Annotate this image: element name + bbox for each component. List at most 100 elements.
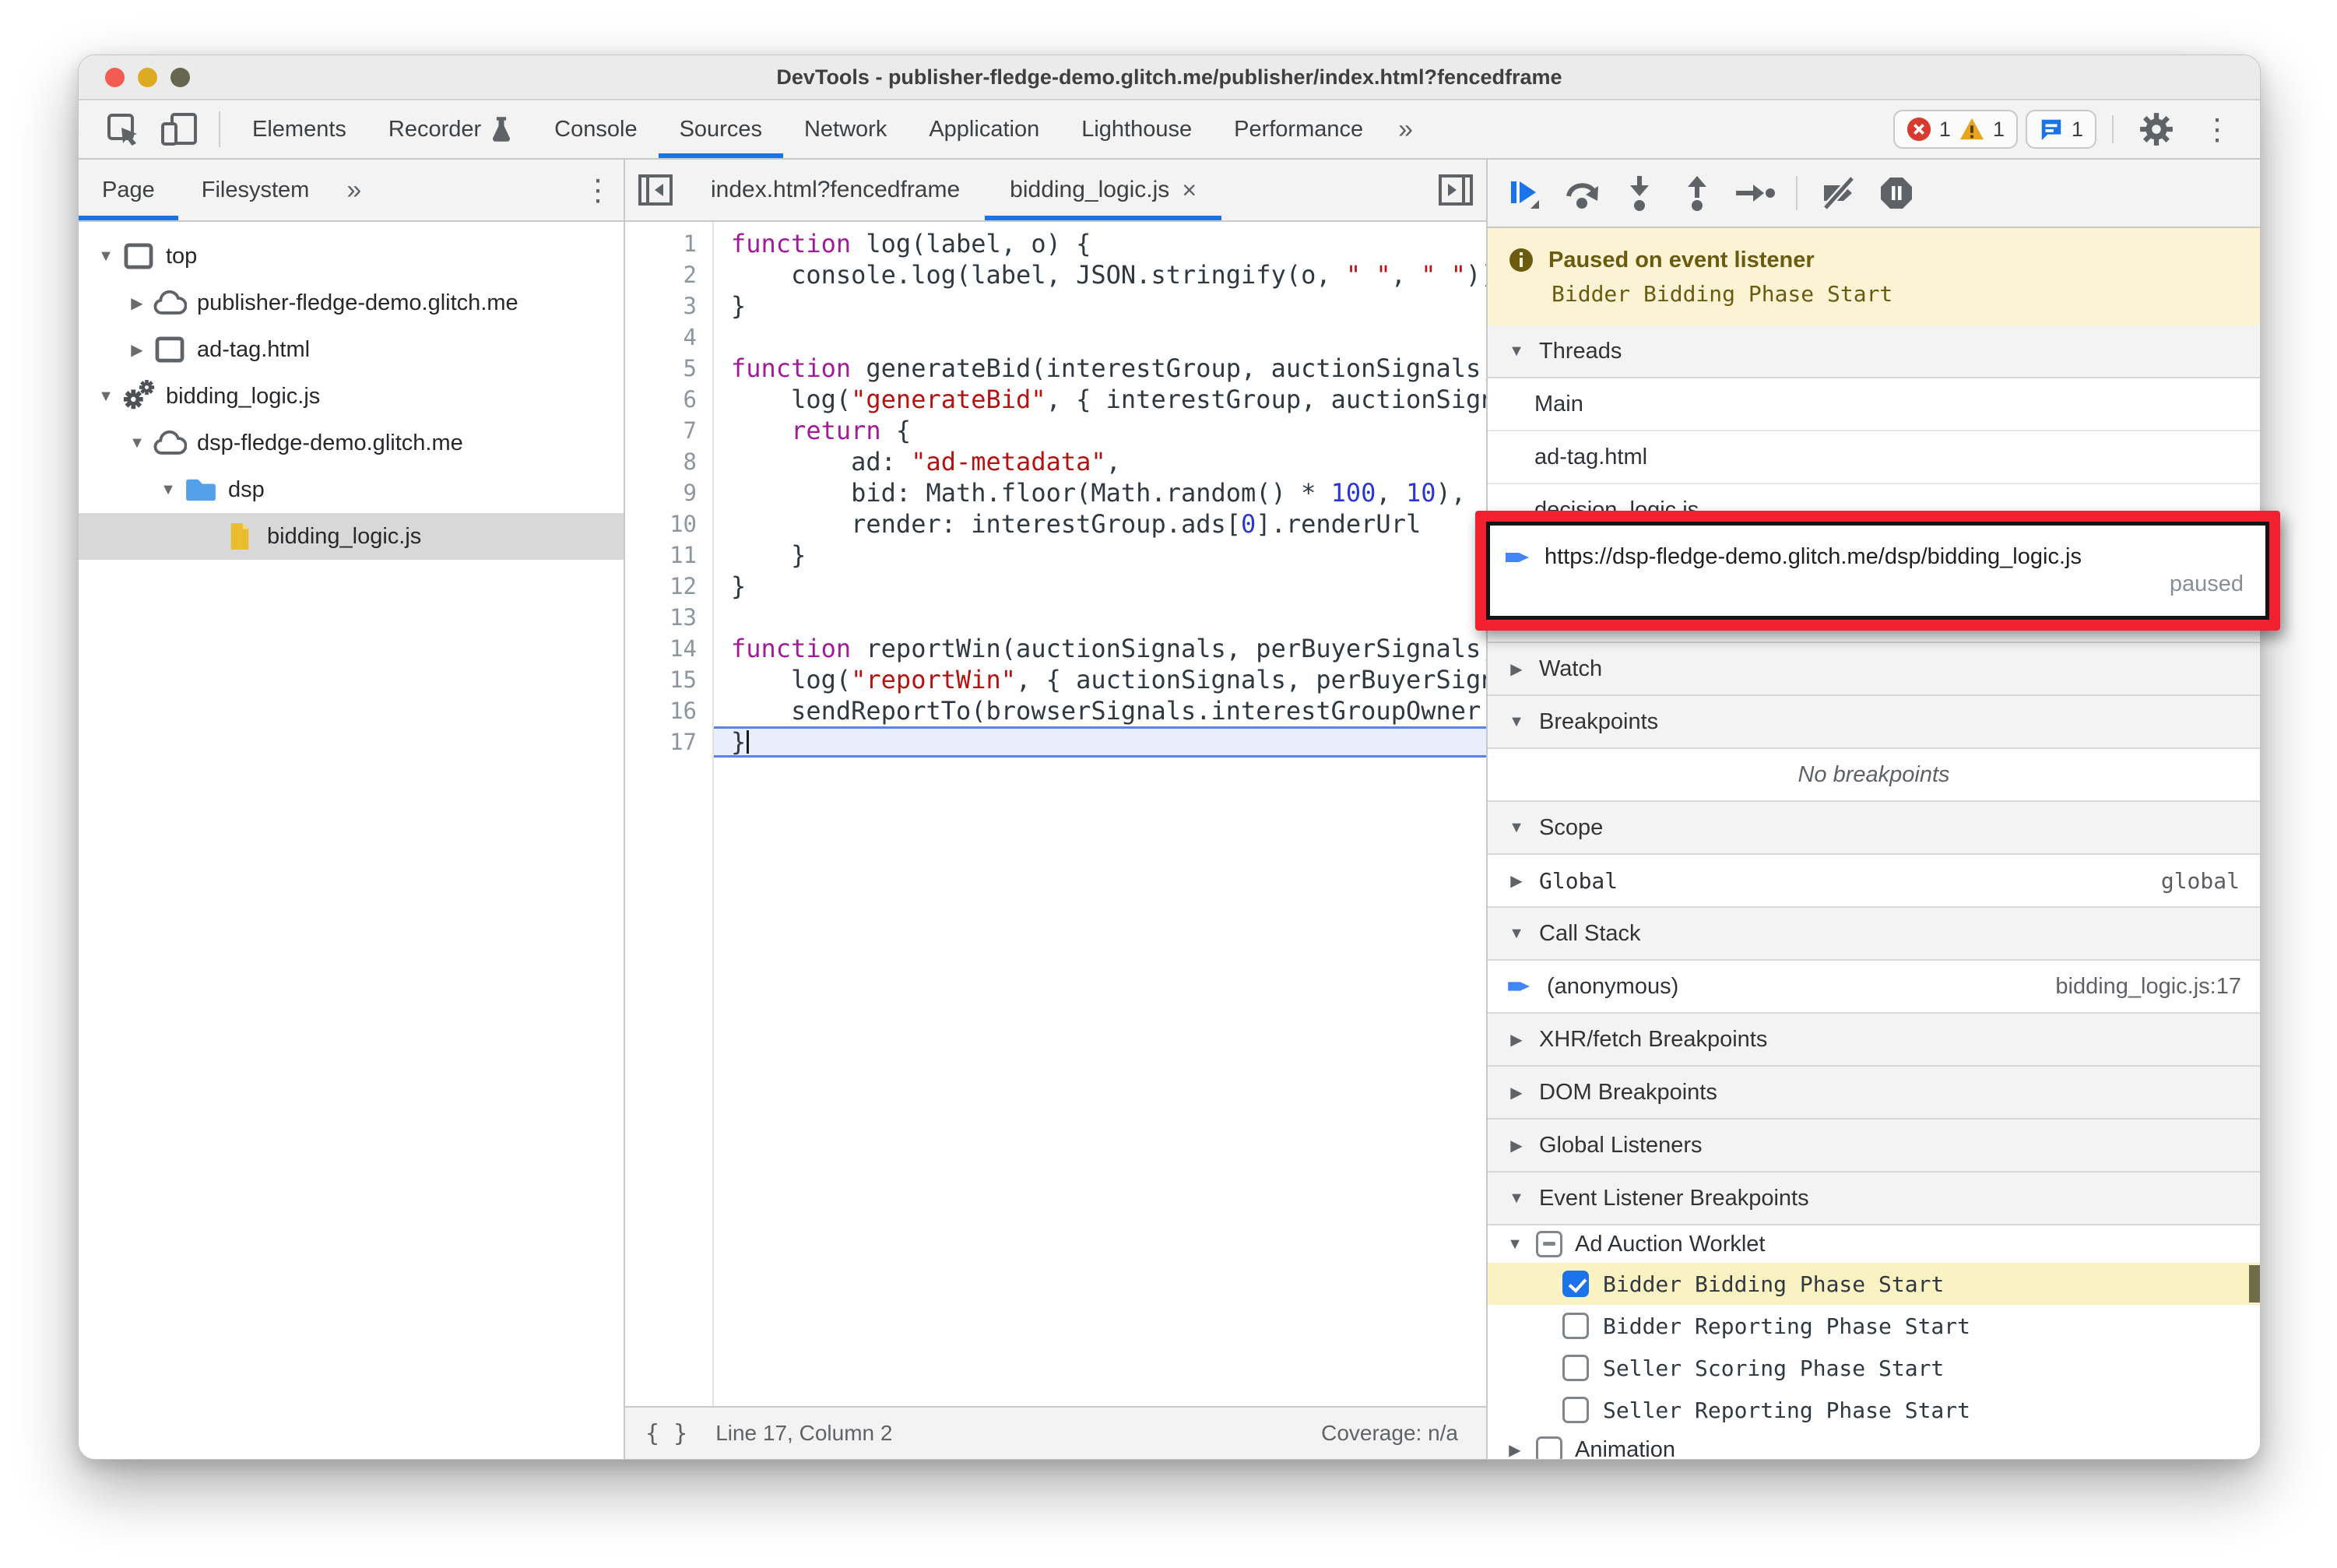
thread-item[interactable]: Main [1488,378,2260,431]
listener-breakpoint-bidder-reporting-phase-start[interactable]: Bidder Reporting Phase Start [1488,1305,2260,1347]
editor-tab-index-html-fencedframe[interactable]: index.html?fencedframe [686,160,985,220]
tab-performance[interactable]: Performance [1213,100,1384,158]
navigator-menu-icon[interactable]: ⋮ [572,160,624,220]
listener-group-ad-auction-worklet[interactable]: ▼ Ad Auction Worklet [1488,1225,2260,1263]
chevron-right-icon[interactable]: ▶ [1506,1440,1523,1460]
checkbox[interactable] [1562,1355,1589,1381]
step-into-button[interactable] [1611,164,1668,222]
show-debugger-icon[interactable] [1425,160,1486,220]
code-editor[interactable]: 1 function log(label, o) {2 console.log(l… [625,222,1486,1406]
listener-breakpoint-bidder-bidding-phase-start[interactable]: Bidder Bidding Phase Start [1488,1263,2260,1305]
tree-item-publisher-fledge-demo-glitch-me[interactable]: ▶ publisher-fledge-demo.glitch.me [79,279,624,326]
section-global-listeners[interactable]: ▶ Global Listeners [1488,1120,2260,1172]
more-panels-icon[interactable]: » [1384,100,1427,158]
tab-sources[interactable]: Sources [658,100,784,158]
step-over-button[interactable] [1553,164,1611,222]
scope-row[interactable]: ▶ Global global [1488,855,2260,908]
code-line-12[interactable]: 12} [625,571,1486,602]
code-line-8[interactable]: 8 ad: "ad-metadata", [625,446,1486,477]
tree-item-bidding-logic-js[interactable]: bidding_logic.js [79,513,624,560]
checkbox[interactable] [1562,1313,1589,1339]
chevron-down-icon[interactable]: ▼ [155,481,181,499]
zoom-window-button[interactable] [170,68,190,87]
resume-script-button[interactable] [1495,164,1553,222]
code-line-11[interactable]: 11 } [625,540,1486,571]
code-line-7[interactable]: 7 return { [625,415,1486,446]
frame-location[interactable]: bidding_logic.js:17 [2055,974,2241,1000]
tab-lighthouse[interactable]: Lighthouse [1060,100,1213,158]
minimize-window-button[interactable] [138,68,157,87]
tree-item-top[interactable]: ▼ top [79,233,624,279]
code-line-6[interactable]: 6 log("generateBid", { interestGroup, au… [625,384,1486,415]
tree-item-dsp[interactable]: ▼ dsp [79,466,624,513]
more-navigator-tabs-icon[interactable]: » [332,160,375,220]
code-line-14[interactable]: 14 function reportWin(auctionSignals, per… [625,633,1486,664]
code-line-3[interactable]: 3} [625,290,1486,322]
line-number: 8 [683,448,697,475]
chevron-right-icon[interactable]: ▶ [1508,871,1525,891]
code-line-5[interactable]: 5 function generateBid(interestGroup, auc… [625,353,1486,384]
chevron-down-icon[interactable]: ▼ [93,388,119,406]
deactivate-breakpoints-button[interactable] [1810,164,1868,222]
inspect-element-icon[interactable] [96,100,150,158]
code-line-16[interactable]: 16 sendReportTo(browserSignals.interestG… [625,695,1486,726]
paused-thread-row[interactable]: https://dsp-fledge-demo.glitch.me/dsp/bi… [1486,522,2269,620]
messages-badge[interactable]: 1 [2025,110,2096,149]
chevron-down-icon[interactable]: ▼ [93,248,119,265]
section-dom-breakpoints[interactable]: ▶ DOM Breakpoints [1488,1067,2260,1120]
call-stack-frame[interactable]: (anonymous) bidding_logic.js:17 [1488,961,2260,1014]
pause-on-exceptions-button[interactable] [1868,164,1925,222]
section-xhr-breakpoints[interactable]: ▶ XHR/fetch Breakpoints [1488,1012,2260,1067]
step-button[interactable] [1726,164,1784,222]
chevron-down-icon[interactable]: ▼ [124,434,150,452]
chevron-right-icon[interactable]: ▶ [124,294,150,313]
navigator-tab-page[interactable]: Page [79,160,178,220]
device-toolbar-icon[interactable] [150,100,208,158]
listener-group-animation[interactable]: ▶ Animation [1488,1431,2260,1459]
close-icon[interactable]: × [1182,176,1197,205]
section-watch[interactable]: ▶ Watch [1488,642,2260,696]
section-event-listener-breakpoints[interactable]: ▼ Event Listener Breakpoints [1488,1172,2260,1225]
devtools-menu-icon[interactable]: ⋮ [2191,112,2243,147]
code-line-1[interactable]: 1 function log(label, o) { [625,228,1486,259]
tree-item-ad-tag-html[interactable]: ▶ ad-tag.html [79,326,624,373]
editor-tab-bidding-logic-js[interactable]: bidding_logic.js × [985,160,1221,220]
settings-gear-icon[interactable] [2129,111,2184,147]
gutter-divider [712,222,714,1406]
section-call-stack[interactable]: ▼ Call Stack [1488,906,2260,961]
tab-elements[interactable]: Elements [231,100,367,158]
code-line-13[interactable]: 13 [625,602,1486,633]
section-threads[interactable]: ▼ Threads [1488,325,2260,378]
issues-badge[interactable]: 1 1 [1892,110,2018,149]
checkbox[interactable] [1562,1271,1589,1297]
code-line-17[interactable]: 17} [625,726,1486,758]
code-line-2[interactable]: 2 console.log(label, JSON.stringify(o, "… [625,259,1486,290]
tab-console[interactable]: Console [533,100,658,158]
code-line-9[interactable]: 9 bid: Math.floor(Math.random() * 100, 1… [625,477,1486,508]
checkbox[interactable] [1536,1436,1562,1459]
chevron-down-icon[interactable]: ▼ [1506,1236,1523,1253]
code-line-10[interactable]: 10 render: interestGroup.ads[0].renderUr… [625,508,1486,540]
hide-navigator-icon[interactable] [625,160,686,220]
section-breakpoints[interactable]: ▼ Breakpoints [1488,696,2260,749]
tab-network[interactable]: Network [783,100,908,158]
listener-breakpoint-seller-scoring-phase-start[interactable]: Seller Scoring Phase Start [1488,1347,2260,1389]
checkbox[interactable] [1562,1397,1589,1423]
listener-breakpoint-seller-reporting-phase-start[interactable]: Seller Reporting Phase Start [1488,1389,2260,1431]
code-line-4[interactable]: 4 [625,322,1486,353]
checkbox[interactable] [1536,1231,1562,1257]
tab-recorder[interactable]: Recorder [367,100,533,158]
close-window-button[interactable] [105,68,125,87]
line-number: 4 [683,324,697,350]
navigator-tab-filesystem[interactable]: Filesystem [178,160,333,220]
pretty-print-icon[interactable]: { } [645,1420,687,1447]
tree-item-dsp-fledge-demo-glitch-me[interactable]: ▼ dsp-fledge-demo.glitch.me [79,420,624,466]
step-out-button[interactable] [1668,164,1726,222]
tree-item-bidding-logic-js[interactable]: ▼ bidding_logic.js [79,373,624,420]
titlebar[interactable]: DevTools - publisher-fledge-demo.glitch.… [79,55,2260,100]
section-scope[interactable]: ▼ Scope [1488,800,2260,855]
thread-item[interactable]: ad-tag.html [1488,431,2260,484]
code-line-15[interactable]: 15 log("reportWin", { auctionSignals, pe… [625,664,1486,695]
tab-application[interactable]: Application [908,100,1060,158]
chevron-right-icon[interactable]: ▶ [124,340,150,360]
